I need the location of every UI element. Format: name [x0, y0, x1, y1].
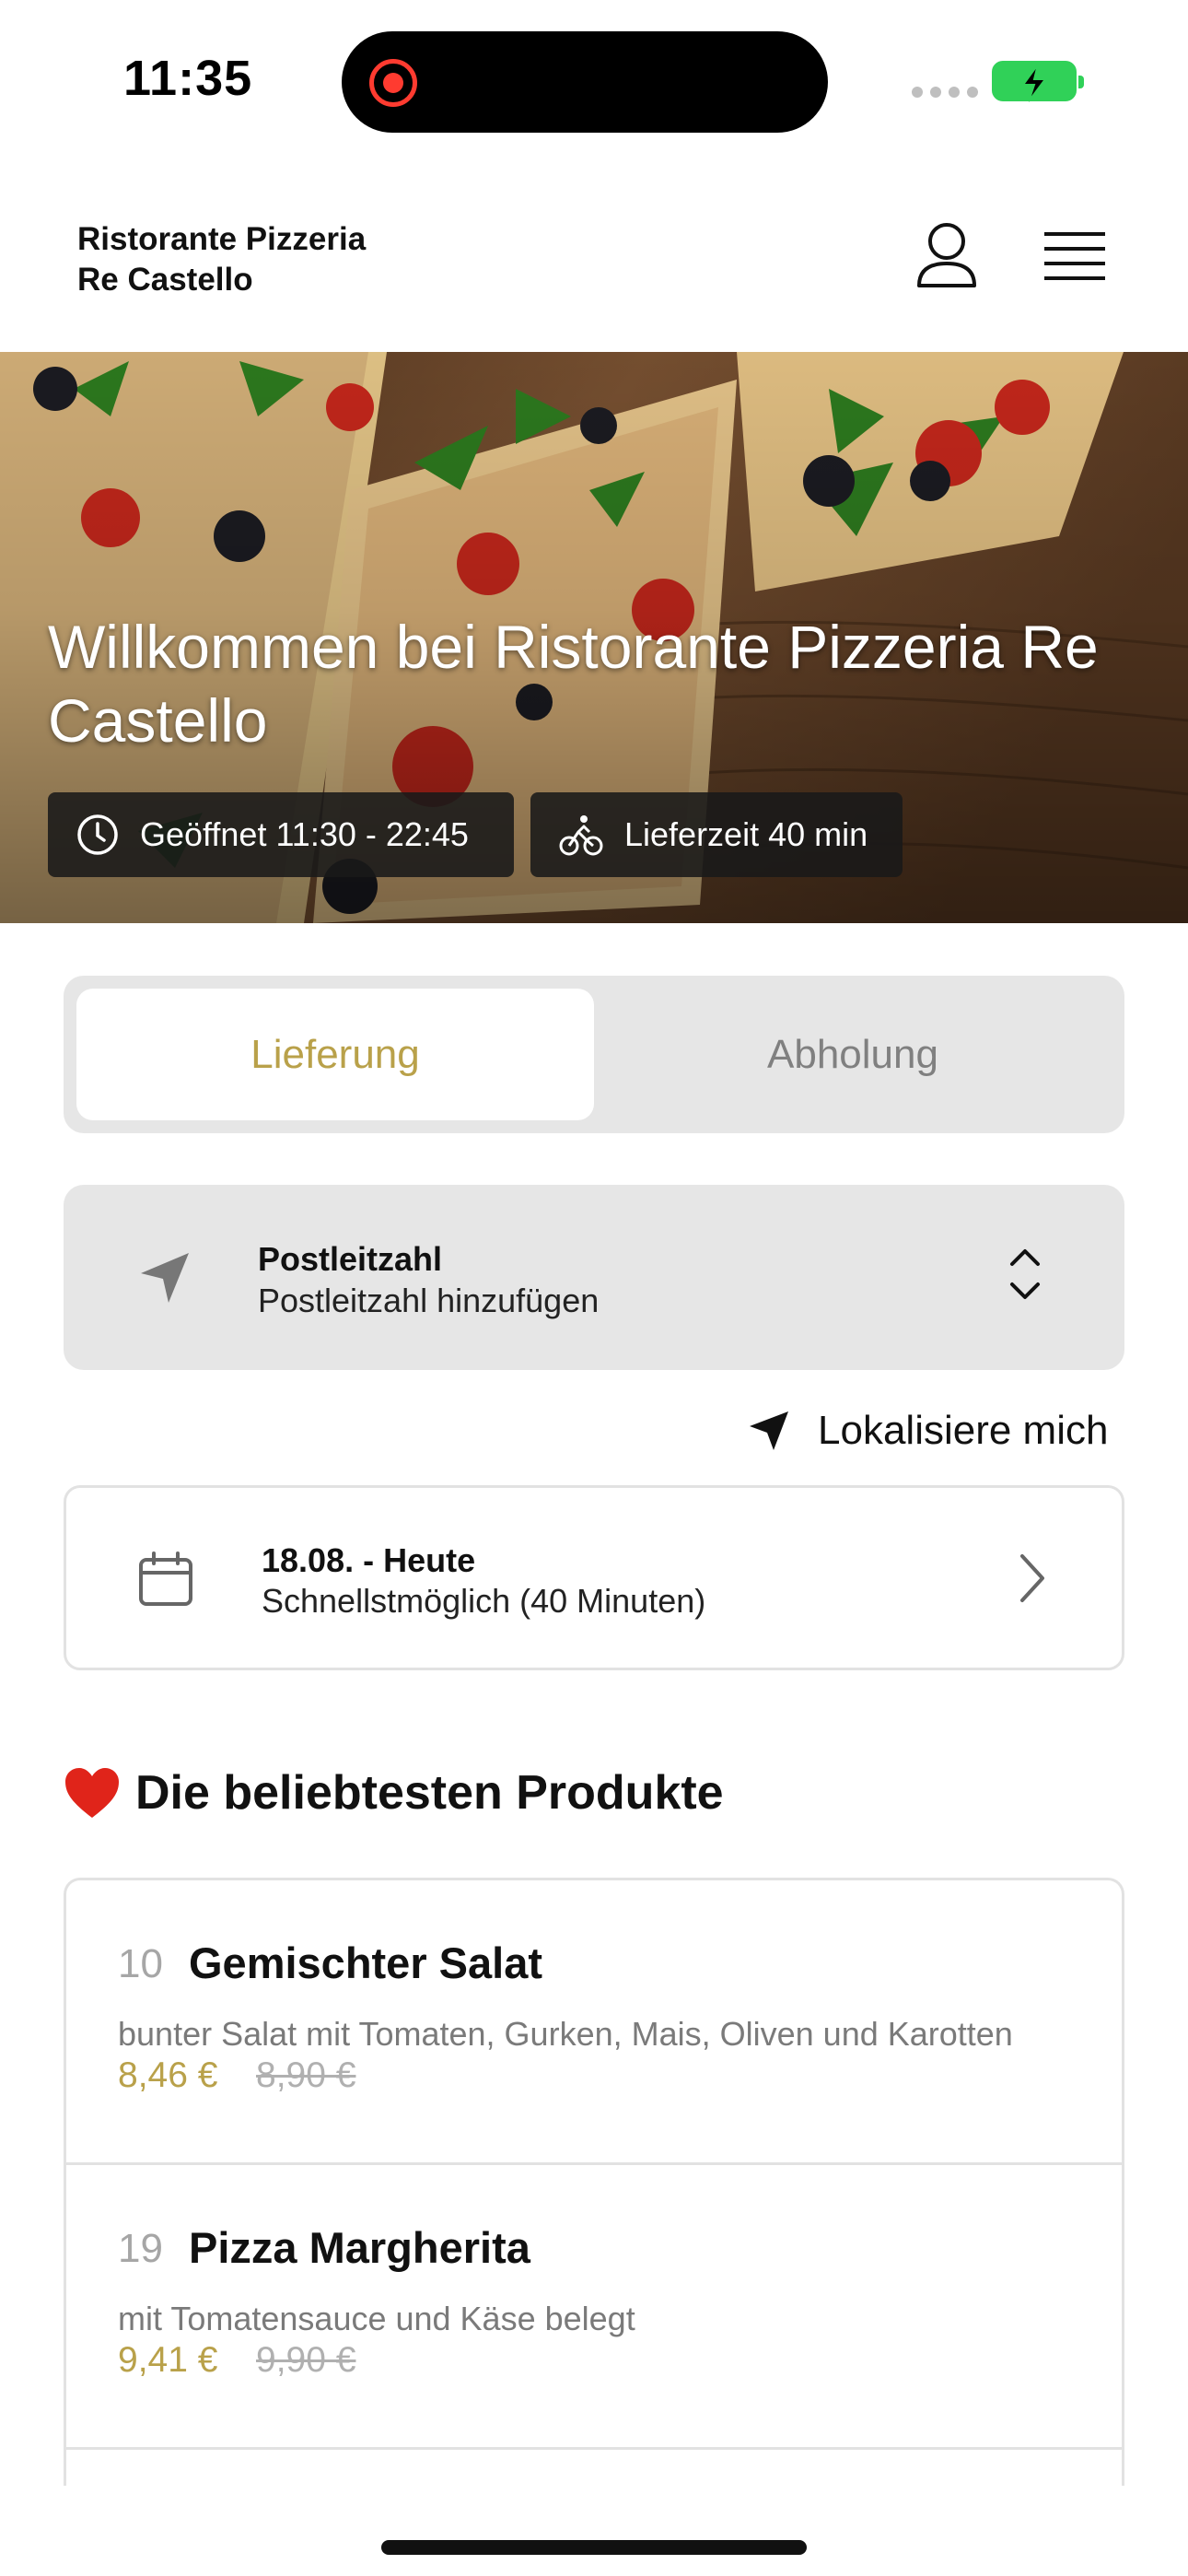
date-label: 18.08. - Heute: [262, 1541, 476, 1579]
product-price: 9,41 €: [118, 2340, 218, 2380]
hero-banner: Willkommen bei Ristorante Pizzeria Re Ca…: [0, 352, 1188, 923]
calendar-icon: [139, 1551, 192, 1606]
popular-products-title: Die beliebtesten Produkte: [135, 1766, 724, 1820]
battery-charging-icon: [992, 61, 1084, 102]
home-indicator[interactable]: [381, 2540, 807, 2555]
opening-hours-badge: Geöffnet 11:30 - 22:45: [48, 792, 514, 877]
product-old-price: 9,90 €: [256, 2340, 356, 2380]
product-item[interactable]: 19 Pizza Margherita mit Tomatensauce und…: [66, 2165, 1122, 2450]
time-label: Schnellstmöglich (40 Minuten): [262, 1582, 706, 1620]
product-price: 8,46 €: [118, 2055, 218, 2095]
popular-products-heading: Die beliebtesten Produkte: [64, 1765, 724, 1821]
brand-line-1: Ristorante Pizzeria: [77, 221, 367, 257]
product-number: 10: [118, 1941, 163, 1986]
restaurant-name[interactable]: Ristorante Pizzeria Re Castello: [77, 219, 519, 300]
product-item[interactable]: 10 Gemischter Salat bunter Salat mit Tom…: [66, 1880, 1122, 2165]
product-number: 19: [118, 2226, 163, 2271]
clock-icon: [77, 814, 118, 855]
opening-hours-text: Geöffnet 11:30 - 22:45: [140, 815, 469, 853]
status-bar: 11:35: [0, 0, 1188, 157]
screen-recording-icon: [369, 59, 417, 107]
tab-delivery[interactable]: Lieferung: [76, 989, 594, 1120]
product-description: bunter Salat mit Tomaten, Gurken, Mais, …: [118, 2015, 1013, 2053]
delivery-time-badge: Lieferzeit 40 min: [530, 792, 903, 877]
product-old-price: 8,90 €: [256, 2055, 356, 2095]
locate-me-button[interactable]: Lokalisiere mich: [748, 1400, 1125, 1461]
locate-me-label: Lokalisiere mich: [818, 1408, 1109, 1453]
product-list: 10 Gemischter Salat bunter Salat mit Tom…: [64, 1878, 1124, 2486]
product-description: mit Tomatensauce und Käse belegt: [118, 2300, 635, 2337]
product-name: Gemischter Salat: [189, 1938, 543, 1987]
bicycle-icon: [559, 815, 603, 856]
heart-icon: [65, 1768, 119, 1818]
signal-icon: [912, 87, 978, 98]
hero-title: Willkommen bei Ristorante Pizzeria Re Ca…: [48, 613, 1099, 755]
hamburger-menu-icon: [1044, 232, 1105, 280]
postal-code-selector[interactable]: Postleitzahl Postleitzahl hinzufügen: [64, 1185, 1124, 1370]
tab-pickup[interactable]: Abholung: [594, 989, 1112, 1120]
app-header: Ristorante Pizzeria Re Castello: [0, 184, 1188, 352]
user-icon: [917, 223, 976, 287]
dynamic-island: [342, 31, 828, 133]
chevron-right-icon: [1020, 1554, 1044, 1602]
postal-code-label: Postleitzahl: [258, 1240, 443, 1278]
account-button[interactable]: [914, 221, 980, 291]
status-time: 11:35: [123, 51, 253, 106]
delivery-time-text: Lieferzeit 40 min: [624, 815, 868, 853]
postal-code-placeholder: Postleitzahl hinzufügen: [258, 1282, 600, 1319]
menu-button[interactable]: [1041, 228, 1109, 284]
chevron-up-down-icon: [1010, 1249, 1040, 1299]
product-name: Pizza Margherita: [189, 2223, 530, 2272]
location-arrow-icon: [141, 1253, 189, 1303]
brand-line-2: Re Castello: [77, 262, 253, 298]
navigation-arrow-icon: [750, 1411, 788, 1450]
delivery-time-selector[interactable]: 18.08. - Heute Schnellstmöglich (40 Minu…: [64, 1485, 1124, 1670]
order-mode-toggle: Lieferung Abholung: [64, 976, 1124, 1133]
